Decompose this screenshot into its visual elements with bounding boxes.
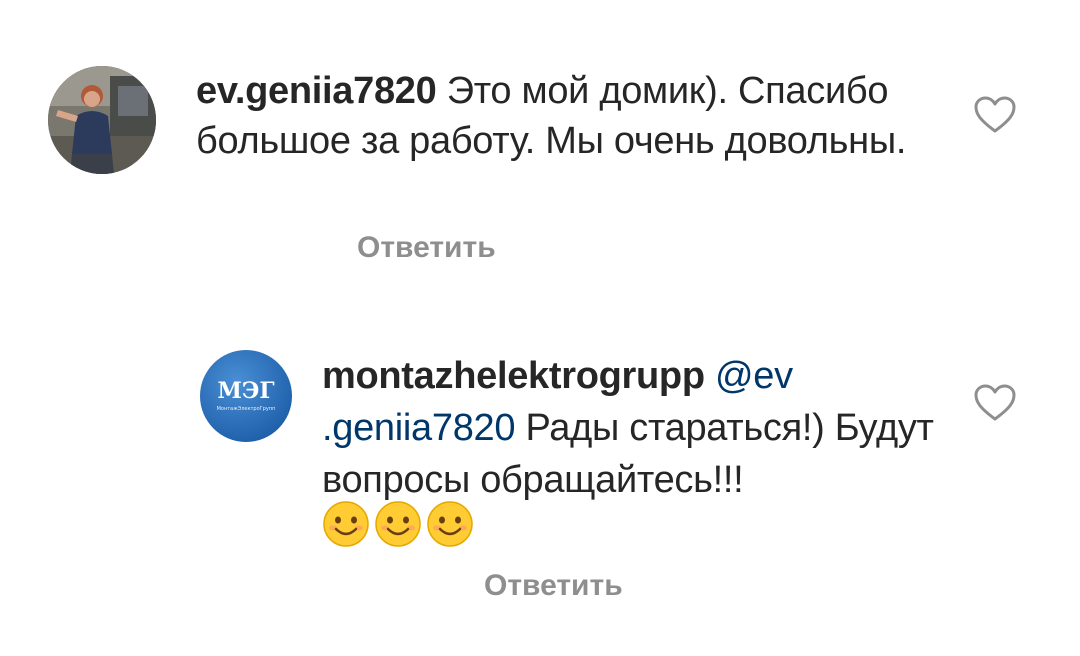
brand-avatar[interactable]: МЭГ МонтажЭлектроГрупп <box>196 346 296 446</box>
reply-button[interactable]: Ответить <box>484 568 623 604</box>
reply-button[interactable]: Ответить <box>357 230 496 266</box>
comment-username[interactable]: montazhelektrogrupp <box>322 355 705 397</box>
comment-username[interactable]: ev.geniia7820 <box>196 70 437 112</box>
user-avatar[interactable] <box>48 66 156 174</box>
like-button[interactable] <box>974 96 1016 134</box>
svg-text:МЭГ: МЭГ <box>217 378 274 404</box>
company-logo: МЭГ МонтажЭлектроГрупп <box>200 350 292 442</box>
like-button[interactable] <box>974 384 1016 422</box>
smiling-face-emoji-icon <box>375 501 421 547</box>
smiling-face-emoji-icon <box>427 501 473 547</box>
comment-text: montazhelektrogrupp @ev .geniia7820 Рады… <box>322 350 942 506</box>
user-photo-avatar <box>48 66 156 174</box>
heart-outline-icon <box>974 384 1016 421</box>
svg-text:МонтажЭлектроГрупп: МонтажЭлектроГрупп <box>217 406 276 412</box>
smiling-face-emoji-icon <box>323 501 369 547</box>
heart-outline-icon <box>974 96 1016 133</box>
comment-text: ev.geniia7820 Это мой домик). Спасибо бо… <box>196 66 916 166</box>
emoji-row <box>322 500 474 550</box>
